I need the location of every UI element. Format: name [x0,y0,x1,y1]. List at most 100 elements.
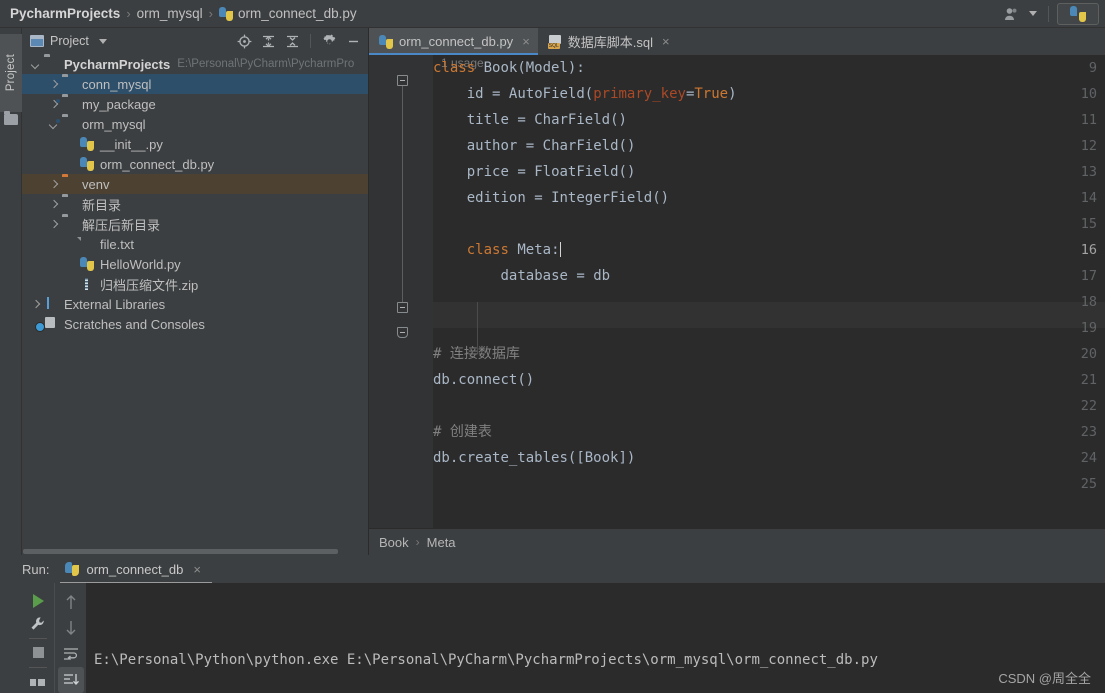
code-line-13[interactable]: price = FloatField() [433,159,1105,185]
tree-item----[interactable]: 新目录 [22,194,368,214]
tree-item-helloworld-py[interactable]: HelloWorld.py [22,254,368,274]
code-line-12[interactable]: author = CharField() [433,133,1105,159]
tree-item-external-libraries[interactable]: External Libraries [22,294,368,314]
folder-icon [44,57,59,71]
wrench-icon[interactable] [25,613,51,637]
code-line-19[interactable] [433,315,1105,341]
console-line-command: E:\Personal\Python\python.exe E:\Persona… [94,652,878,668]
arrow-up-icon[interactable] [58,589,84,615]
tree-item-label: 新目录 [82,197,122,213]
code-line-9[interactable]: class Book(Model): [433,55,1105,81]
tree-item-my_package[interactable]: my_package [22,94,368,114]
breadcrumb-class-book[interactable]: Book [379,535,409,550]
tree-item-file-txt[interactable]: file.txt [22,234,368,254]
code-line-15[interactable] [433,211,1105,237]
fold-toggle-class-meta[interactable] [397,302,408,313]
breadcrumb-item-project[interactable]: PycharmProjects [10,6,120,21]
breadcrumb-item-folder[interactable]: orm_mysql [137,6,203,21]
expand-all-icon[interactable] [257,30,279,52]
breadcrumb-item-file[interactable]: orm_connect_db.py [238,6,357,21]
layout-icon[interactable] [25,669,51,693]
close-icon[interactable]: × [193,562,201,577]
soft-wrap-icon[interactable] [58,641,84,667]
code-line-17[interactable]: database = db [433,263,1105,289]
chevron-right-icon[interactable] [48,178,60,190]
project-tree[interactable]: PycharmProjects E:\Personal\PyCharm\Pycha… [22,54,368,555]
editor-gutter[interactable] [369,55,433,528]
run-tool-window: Run: orm_connect_db × E:\Personal\Python… [0,555,1105,693]
tree-item-venv[interactable]: venv [22,174,368,194]
fold-toggle-class-book[interactable] [397,75,408,86]
close-icon[interactable]: × [662,34,670,49]
tree-item-label: orm_connect_db.py [100,156,215,172]
python-run-config-icon[interactable] [1057,2,1099,25]
project-tree-hscrollbar-thumb[interactable] [23,549,338,554]
code-line-23[interactable]: # 创建表 [433,419,1105,445]
code-line-18[interactable] [433,289,1105,315]
editor-breadcrumb: Book › Meta [369,528,1105,555]
code-line-24[interactable]: db.create_tables([Book]) [433,445,1105,471]
console-output[interactable]: E:\Personal\Python\python.exe E:\Persona… [86,583,1105,693]
chevron-down-icon[interactable] [98,38,107,44]
code-line-10[interactable]: id = AutoField(primary_key=True) [433,81,1105,107]
python-file-icon [65,562,80,576]
toolbar-divider [1048,5,1049,22]
code-lines[interactable]: class Book(Model): id = AutoField(primar… [433,55,1105,528]
tree-item-orm_mysql[interactable]: orm_mysql [22,114,368,134]
tree-item-pycharmprojects[interactable]: PycharmProjects E:\Personal\PyCharm\Pycha… [22,54,368,74]
tree-item-label: conn_mysql [82,76,152,92]
tab-orm-connect-db[interactable]: orm_connect_db.py × [369,28,538,55]
chevron-right-icon[interactable] [48,198,60,210]
gear-icon[interactable] [318,30,340,52]
console-actions-toolbar [54,583,86,693]
tab-sql-script[interactable]: 数据库脚本.sql × [538,28,678,55]
run-panel-body: E:\Personal\Python\python.exe E:\Persona… [0,583,1105,693]
code-line-22[interactable] [433,393,1105,419]
collapse-all-icon[interactable] [281,30,303,52]
tree-item-__init__-py[interactable]: __init__.py [22,134,368,154]
tree-item--------zip[interactable]: 归档压缩文件.zip [22,274,368,294]
python-file-icon [219,6,234,21]
title-bar-actions [996,0,1105,28]
tree-item-label: PycharmProjects [64,56,171,72]
chevron-down-icon[interactable] [1026,11,1040,16]
library-icon [44,297,59,311]
code-editor[interactable]: 1 usage 9 10 11 12 13 14 15 16 17 18 19 20 21 22 23 24 2… [369,55,1105,528]
stop-icon[interactable] [25,641,51,665]
code-line-14[interactable]: edition = IntegerField() [433,185,1105,211]
tree-item-orm_connect_db-py[interactable]: orm_connect_db.py [22,154,368,174]
code-line-11[interactable]: title = CharField() [433,107,1105,133]
breadcrumb-class-meta[interactable]: Meta [427,535,456,550]
chevron-right-icon[interactable] [30,298,42,310]
code-line-21[interactable]: db.connect() [433,367,1105,393]
run-icon[interactable] [25,589,51,613]
arrow-down-icon[interactable] [58,615,84,641]
fold-end-marker[interactable] [397,327,408,338]
run-panel-label: Run: [22,561,50,577]
run-tab-label: orm_connect_db [86,561,184,577]
account-icon[interactable] [996,3,1026,25]
text-file-icon [80,237,95,251]
toolbar-divider [29,638,47,639]
hide-icon[interactable] [342,30,364,52]
tree-item-conn_mysql[interactable]: conn_mysql [22,74,368,94]
breadcrumb-separator: › [415,535,420,549]
locate-icon[interactable] [233,30,255,52]
breadcrumb: PycharmProjects › orm_mysql › orm_connec… [0,6,357,21]
zip-file-icon [80,277,95,291]
code-line-16[interactable]: class Meta: [433,237,1105,263]
sidebar-item-project-tab[interactable]: Project [0,34,22,112]
tree-item-------[interactable]: 解压后新目录 [22,214,368,234]
chevron-right-icon[interactable] [48,218,60,230]
scroll-to-end-icon[interactable] [57,667,84,693]
code-line-20[interactable]: # 连接数据库 [433,341,1105,367]
breadcrumb-separator: › [126,6,131,21]
run-tab-orm-connect-db[interactable]: orm_connect_db × [63,562,206,577]
chevron-down-icon[interactable] [30,58,42,70]
code-line-25[interactable] [433,471,1105,497]
python-file-icon [379,34,393,49]
close-icon[interactable]: × [522,34,530,49]
tree-item-scratches-and-consoles[interactable]: Scratches and Consoles [22,314,368,334]
